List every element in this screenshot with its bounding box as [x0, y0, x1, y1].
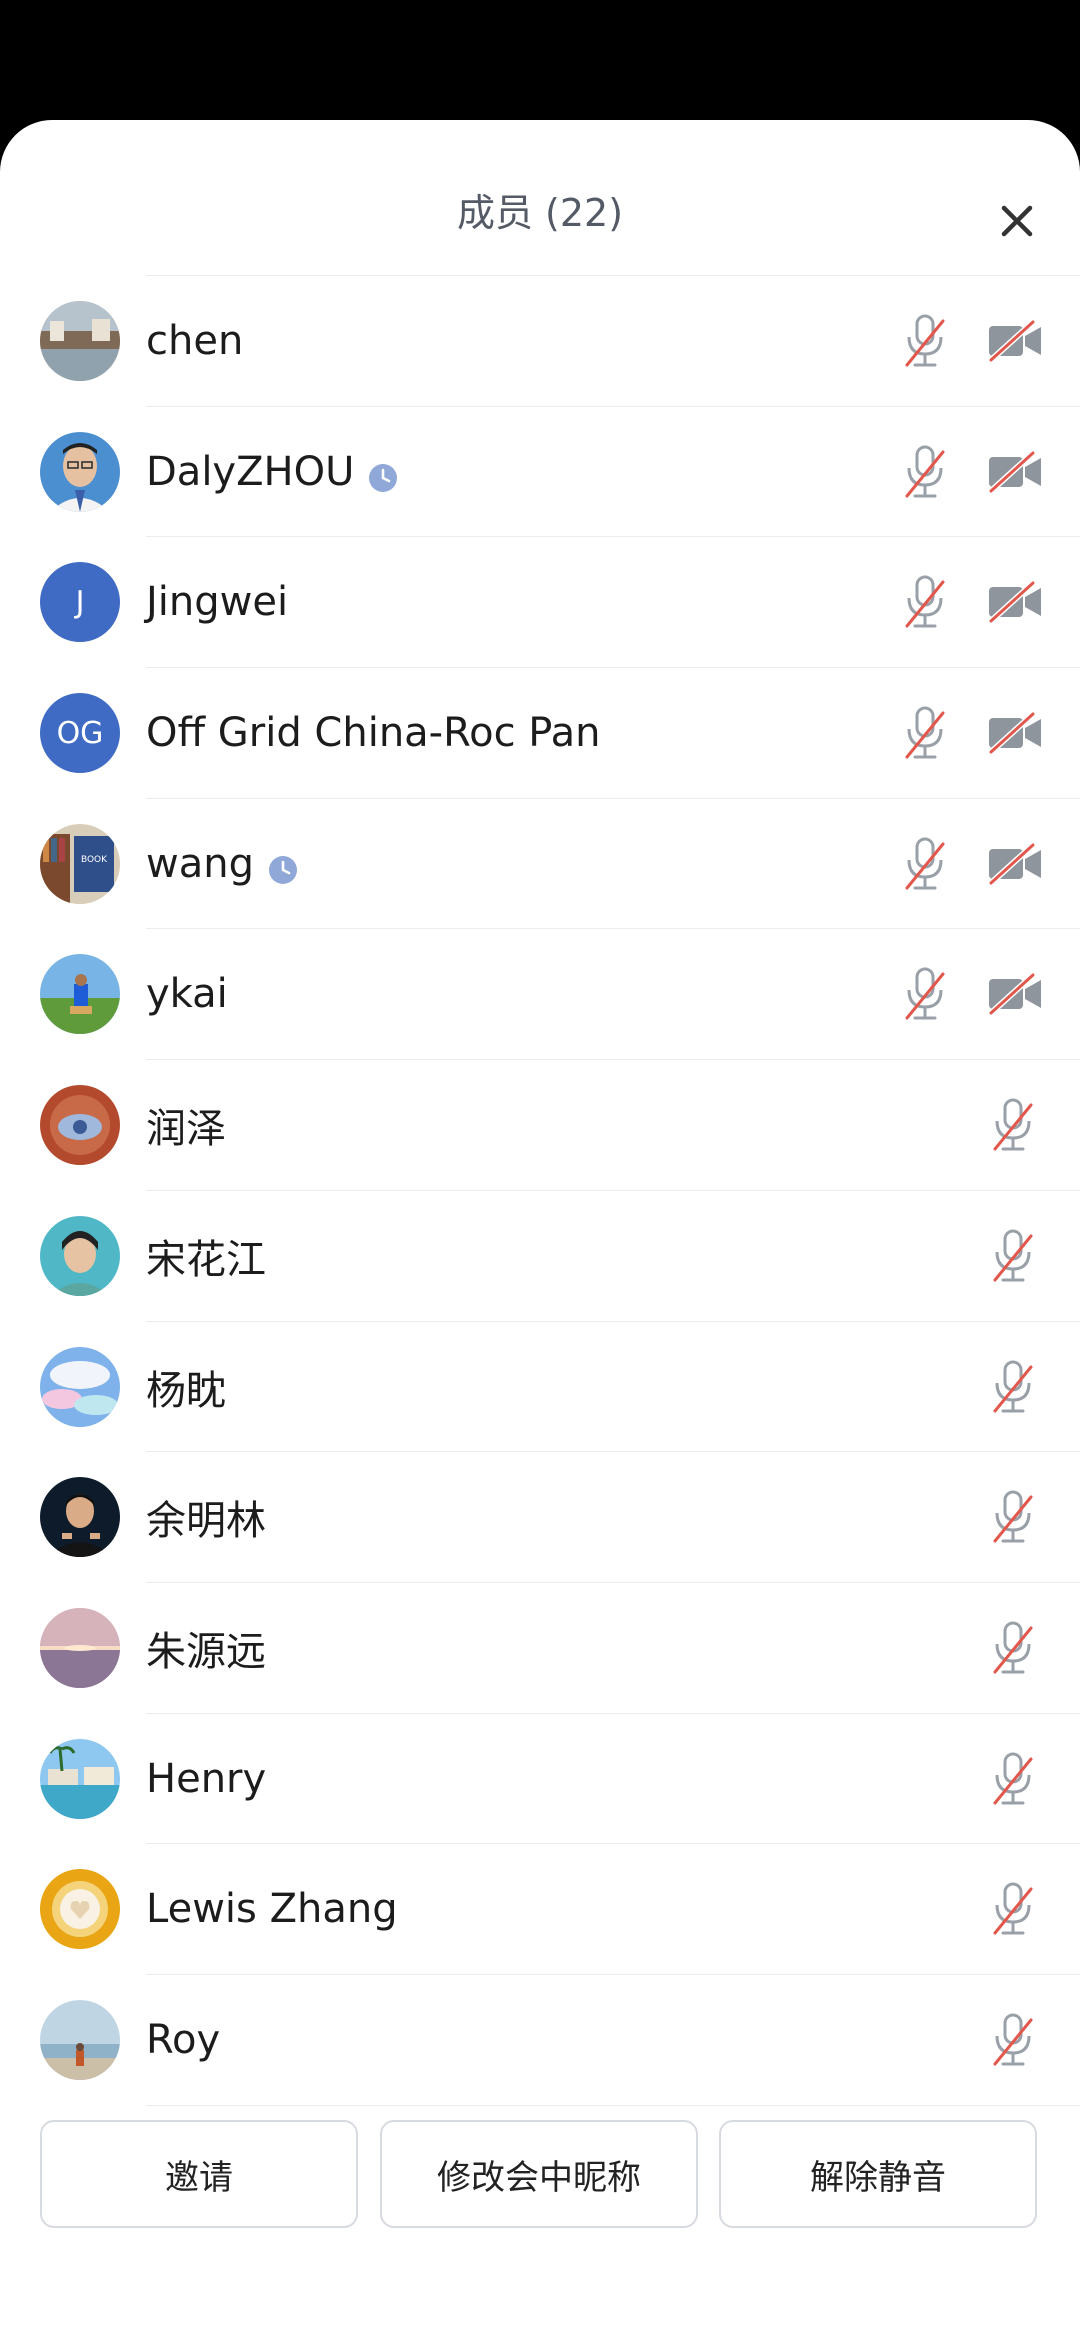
member-row[interactable]: 朱源远 — [0, 1583, 1080, 1714]
mic-muted-icon[interactable] — [900, 836, 950, 892]
member-controls — [0, 1191, 1080, 1321]
member-controls — [0, 1975, 1080, 2105]
member-controls — [0, 1060, 1080, 1190]
member-row[interactable]: BOOK wang — [0, 799, 1080, 930]
member-row[interactable]: chen — [0, 276, 1080, 407]
unmute-button[interactable]: 解除静音 — [719, 2120, 1037, 2228]
member-row[interactable]: Lewis Zhang — [0, 1844, 1080, 1975]
close-button[interactable] — [992, 196, 1042, 246]
mic-muted-icon[interactable] — [900, 705, 950, 761]
camera-off-icon[interactable] — [987, 581, 1043, 624]
page-title: 成员 (22) — [456, 191, 624, 235]
mic-muted-icon[interactable] — [988, 1751, 1038, 1807]
mic-muted-icon[interactable] — [900, 444, 950, 500]
member-row[interactable]: 杨眈 — [0, 1322, 1080, 1453]
member-controls — [0, 1583, 1080, 1713]
mic-muted-icon[interactable] — [988, 1620, 1038, 1676]
member-controls — [0, 1844, 1080, 1974]
mic-muted-icon[interactable] — [988, 1359, 1038, 1415]
rename-button[interactable]: 修改会中昵称 — [380, 2120, 698, 2228]
mic-muted-icon[interactable] — [988, 2012, 1038, 2068]
member-controls — [0, 1714, 1080, 1844]
camera-off-icon[interactable] — [987, 842, 1043, 885]
member-row[interactable]: ykai — [0, 929, 1080, 1060]
camera-off-icon[interactable] — [987, 450, 1043, 493]
member-controls — [0, 799, 1080, 929]
member-row[interactable]: DalyZHOU — [0, 407, 1080, 538]
mic-muted-icon[interactable] — [988, 1489, 1038, 1545]
invite-button[interactable]: 邀请 — [40, 2120, 358, 2228]
close-icon — [1001, 205, 1033, 237]
member-list: chen DalyZHOU J Jingwei OG Off Grid China-Roc… — [0, 276, 1080, 2106]
member-controls — [0, 668, 1080, 798]
member-controls — [0, 537, 1080, 667]
member-row[interactable]: J Jingwei — [0, 537, 1080, 668]
member-row[interactable]: 润泽 — [0, 1060, 1080, 1191]
mic-muted-icon[interactable] — [900, 966, 950, 1022]
members-panel: 成员 (22) chen DalyZHOU J Jingwei OG Off Grid C… — [0, 120, 1080, 2341]
camera-off-icon[interactable] — [987, 711, 1043, 755]
camera-off-icon[interactable] — [987, 973, 1043, 1016]
member-controls — [0, 1322, 1080, 1452]
member-row[interactable]: 余明林 — [0, 1452, 1080, 1583]
member-row[interactable]: OG Off Grid China-Roc Pan — [0, 668, 1080, 799]
mic-muted-icon[interactable] — [988, 1881, 1038, 1937]
mic-muted-icon[interactable] — [900, 574, 950, 630]
member-controls — [0, 1452, 1080, 1582]
member-controls — [0, 276, 1080, 406]
mic-muted-icon[interactable] — [988, 1097, 1038, 1153]
member-row[interactable]: Henry — [0, 1714, 1080, 1845]
member-controls — [0, 407, 1080, 537]
camera-off-icon[interactable] — [987, 319, 1043, 363]
member-controls — [0, 929, 1080, 1059]
mic-muted-icon[interactable] — [988, 1228, 1038, 1284]
panel-header: 成员 (22) — [146, 120, 1080, 276]
mic-muted-icon[interactable] — [900, 313, 950, 369]
member-row[interactable]: 宋花江 — [0, 1191, 1080, 1322]
member-row[interactable]: Roy — [0, 1975, 1080, 2106]
